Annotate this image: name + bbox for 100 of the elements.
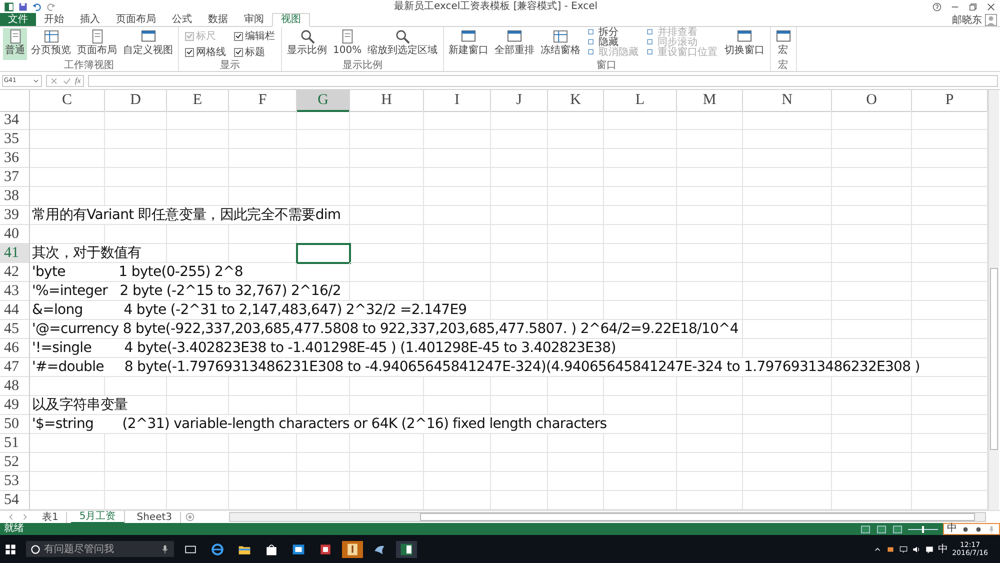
checkbox[interactable] [185, 48, 194, 56]
column-header[interactable]: L [604, 90, 677, 112]
column-header[interactable]: M [677, 90, 743, 112]
table-cell[interactable] [297, 111, 350, 130]
table-cell[interactable] [677, 168, 743, 187]
ribbon-tab[interactable]: 公式 [164, 13, 200, 26]
column-header[interactable]: O [832, 90, 912, 112]
column-header[interactable]: K [548, 90, 604, 112]
table-cell[interactable] [229, 491, 297, 510]
table-cell[interactable] [350, 434, 424, 453]
table-cell[interactable] [548, 377, 604, 396]
table-cell[interactable] [229, 225, 297, 244]
table-cell[interactable] [424, 206, 491, 225]
table-cell[interactable] [167, 225, 229, 244]
table-cell[interactable] [548, 111, 604, 130]
table-cell[interactable] [297, 434, 350, 453]
table-cell[interactable] [604, 130, 677, 149]
table-cell[interactable] [548, 301, 604, 320]
table-cell[interactable] [491, 168, 548, 187]
table-cell[interactable] [167, 472, 229, 491]
table-cell[interactable] [229, 434, 297, 453]
table-cell[interactable] [548, 225, 604, 244]
table-cell[interactable] [832, 415, 912, 434]
row-header[interactable]: 50 [0, 415, 30, 434]
table-cell[interactable] [677, 187, 743, 206]
table-cell[interactable] [832, 206, 912, 225]
ribbon-tab[interactable]: 数据 [200, 13, 236, 26]
table-cell[interactable]: '%=integer 2 byte (-2^15 to 32,767) 2^16/2 [30, 282, 350, 301]
table-cell[interactable] [548, 472, 604, 491]
table-cell[interactable] [743, 149, 832, 168]
table-cell[interactable] [105, 149, 167, 168]
ribbon-button[interactable]: 拆分 [588, 28, 639, 38]
table-cell[interactable]: &=long 4 byte (-2^31 to 2,147,483,647) 2^32/2 =2.147E9 [30, 301, 491, 320]
table-cell[interactable] [548, 130, 604, 149]
ribbon-tab[interactable]: 插入 [72, 13, 108, 26]
table-cell[interactable] [743, 301, 832, 320]
table-cell[interactable] [30, 225, 105, 244]
table-cell[interactable]: 以及字符串变量 [30, 396, 167, 415]
add-sheet-icon[interactable] [185, 512, 196, 522]
table-cell[interactable] [743, 320, 832, 339]
table-cell[interactable] [743, 396, 832, 415]
table-cell[interactable] [30, 130, 105, 149]
table-cell[interactable] [604, 187, 677, 206]
start-icon[interactable] [5, 544, 16, 554]
table-cell[interactable] [743, 111, 832, 130]
table-cell[interactable] [491, 263, 548, 282]
table-cell[interactable] [297, 263, 350, 282]
row-header[interactable]: 45 [0, 320, 30, 339]
notification-icon[interactable] [925, 544, 934, 554]
table-cell[interactable] [30, 472, 105, 491]
ribbon-button[interactable]: 普通 [3, 28, 27, 60]
row-header[interactable]: 52 [0, 453, 30, 472]
table-cell[interactable] [30, 168, 105, 187]
table-cell[interactable] [105, 168, 167, 187]
column-header[interactable]: H [350, 90, 424, 112]
table-cell[interactable] [424, 434, 491, 453]
ime-mode[interactable]: 中 [947, 524, 957, 534]
table-cell[interactable] [832, 434, 912, 453]
table-cell[interactable] [491, 434, 548, 453]
table-cell[interactable] [548, 168, 604, 187]
table-cell[interactable] [491, 301, 548, 320]
table-cell[interactable] [491, 111, 548, 130]
table-cell[interactable] [350, 244, 424, 263]
table-cell[interactable] [491, 149, 548, 168]
ribbon-button[interactable]: 自定义视图 [121, 28, 175, 60]
ribbon-button[interactable]: 隐藏 [588, 38, 639, 48]
table-cell[interactable] [229, 396, 297, 415]
table-cell[interactable] [677, 396, 743, 415]
row-header[interactable]: 36 [0, 149, 30, 168]
note-icon[interactable] [342, 540, 363, 558]
table-cell[interactable] [167, 187, 229, 206]
table-cell[interactable] [548, 396, 604, 415]
ribbon-tab[interactable]: 视图 [272, 13, 310, 27]
ribbon-button[interactable]: 新建窗口 [446, 28, 491, 60]
table-cell[interactable] [350, 111, 424, 130]
table-cell[interactable] [350, 491, 424, 510]
table-cell[interactable] [105, 377, 167, 396]
table-cell[interactable] [297, 472, 350, 491]
column-header[interactable]: I [424, 90, 491, 112]
table-cell[interactable] [424, 111, 491, 130]
row-header[interactable]: 53 [0, 472, 30, 491]
table-cell[interactable] [548, 491, 604, 510]
table-cell[interactable] [832, 149, 912, 168]
ribbon-tab[interactable]: 审阅 [236, 13, 272, 26]
search-field[interactable]: 有问题尽管问我 [26, 541, 174, 557]
column-header[interactable]: J [491, 90, 548, 112]
table-cell[interactable] [832, 453, 912, 472]
table-cell[interactable] [491, 396, 548, 415]
table-cell[interactable] [350, 263, 424, 282]
ribbon-button[interactable]: 宏 [774, 28, 793, 60]
app-tray-icon[interactable] [886, 544, 896, 554]
table-cell[interactable] [743, 206, 832, 225]
table-cell[interactable]: '$=string (2^31) variable-length characters or 64K (2^16) fixed length characters [30, 415, 677, 434]
table-cell[interactable] [604, 301, 677, 320]
ribbon-button[interactable]: 页面布局 [75, 28, 119, 60]
table-cell[interactable] [424, 263, 491, 282]
table-cell[interactable] [548, 206, 604, 225]
table-cell[interactable]: 常用的有Variant 即任意变量，因此完全不需要dim [30, 206, 350, 225]
table-cell[interactable]: '!=single 4 byte(-3.402823E38 to -1.401298E-45 ) (1.401298E-45 to 3.402823E38) [30, 339, 677, 358]
ribbon-button[interactable]: 分页预览 [29, 28, 73, 60]
